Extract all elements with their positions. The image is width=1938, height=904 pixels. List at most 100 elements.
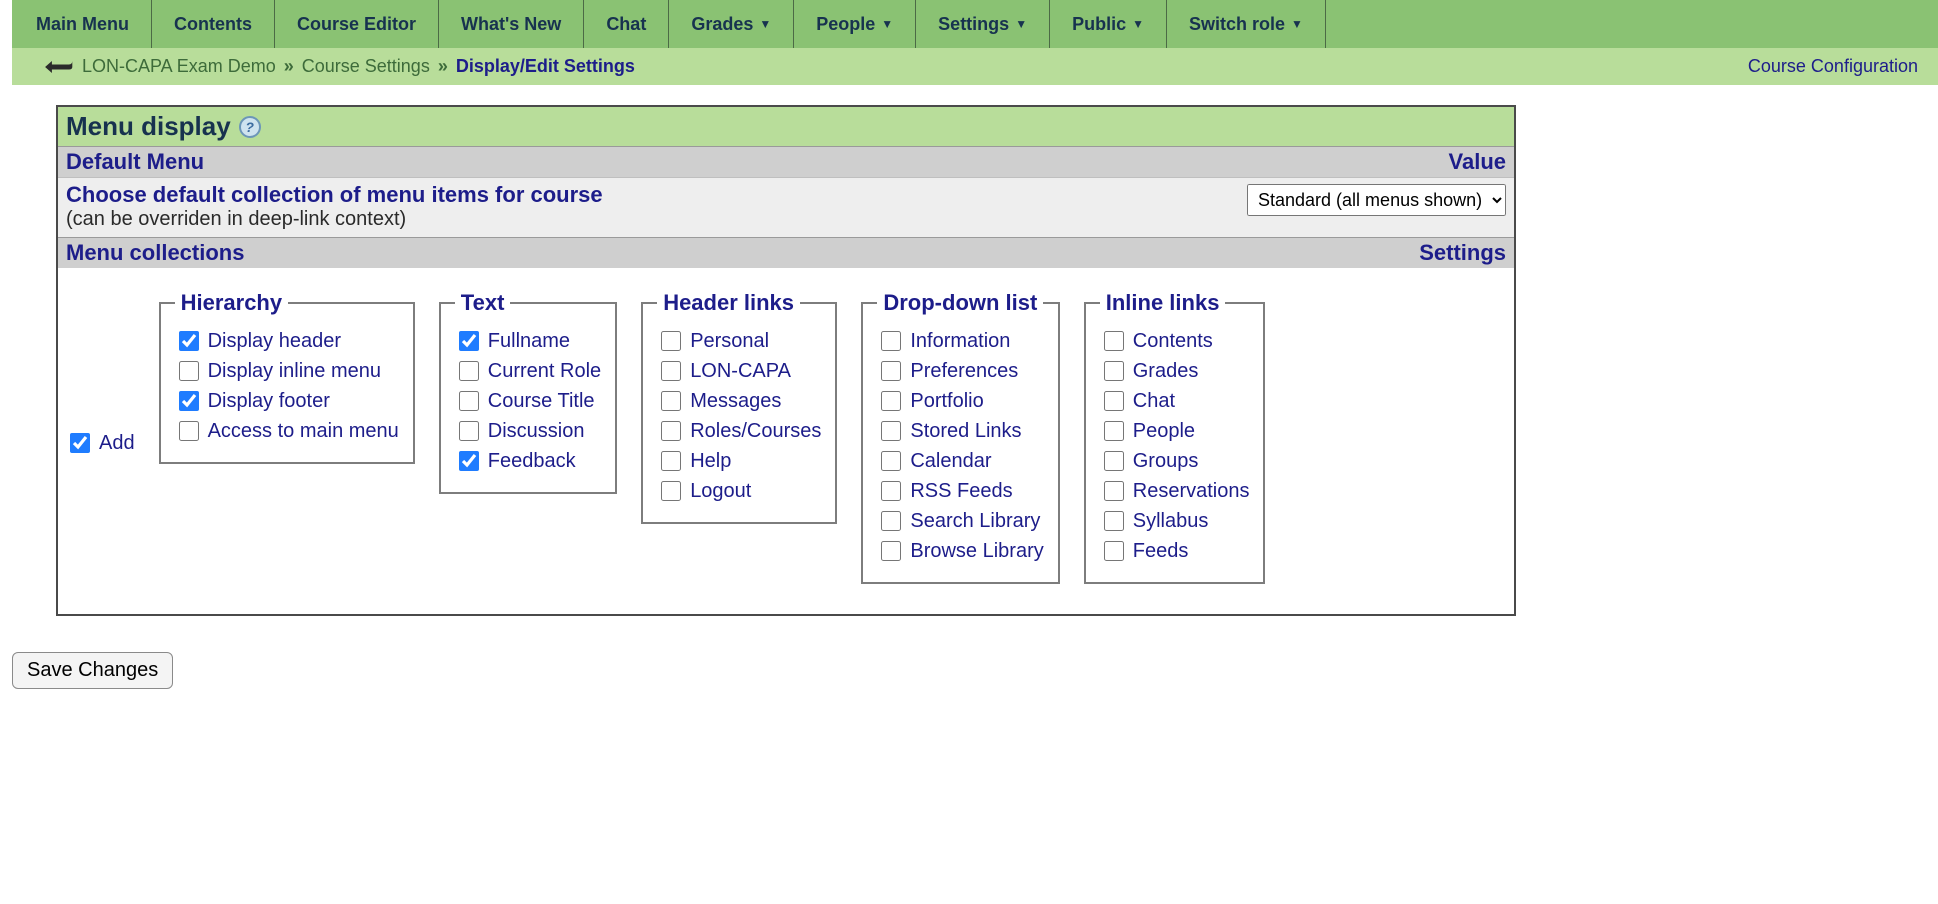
option-checkbox[interactable]	[661, 361, 681, 381]
add-label: Add	[99, 432, 135, 455]
option-label: Calendar	[910, 450, 991, 473]
breadcrumb-bar: LON-CAPA Exam Demo » Course Settings » D…	[12, 48, 1938, 85]
option-checkbox[interactable]	[459, 361, 479, 381]
default-menu-row: Default Menu Value	[58, 146, 1514, 177]
option-row: Current Role	[455, 358, 601, 384]
option-checkbox[interactable]	[661, 481, 681, 501]
inline-links-group: Inline links Contents Grades Chat People Gro…	[1084, 290, 1266, 584]
option-checkbox[interactable]	[1104, 391, 1124, 411]
settings-header-label: Settings	[1419, 240, 1506, 266]
option-label: Personal	[690, 330, 769, 353]
option-checkbox[interactable]	[881, 541, 901, 561]
menu-item-public[interactable]: Public▼	[1050, 0, 1167, 48]
chevron-down-icon: ▼	[1291, 17, 1303, 31]
option-label: Messages	[690, 390, 781, 413]
option-row: Display footer	[175, 388, 399, 414]
option-label: Reservations	[1133, 480, 1250, 503]
option-checkbox[interactable]	[881, 361, 901, 381]
option-row: Portfolio	[877, 388, 1043, 414]
menu-item-label: Course Editor	[297, 14, 416, 35]
option-label: Roles/Courses	[690, 420, 821, 443]
option-label: Fullname	[488, 330, 570, 353]
option-checkbox[interactable]	[881, 391, 901, 411]
breadcrumb-separator: »	[438, 56, 448, 77]
menu-item-label: Switch role	[1189, 14, 1285, 35]
option-row: Fullname	[455, 328, 601, 354]
text-group: Text FullnameCurrent RoleCourse TitleDis…	[439, 290, 617, 494]
option-checkbox[interactable]	[661, 331, 681, 351]
option-label: Help	[690, 450, 731, 473]
menu-item-label: Grades	[691, 14, 753, 35]
option-label: Display header	[208, 330, 341, 353]
menu-item-what-s-new[interactable]: What's New	[439, 0, 584, 48]
option-checkbox[interactable]	[881, 331, 901, 351]
menu-item-label: Contents	[174, 14, 252, 35]
help-icon[interactable]: ?	[239, 116, 261, 138]
menu-item-contents[interactable]: Contents	[152, 0, 275, 48]
option-row: Display header	[175, 328, 399, 354]
option-checkbox[interactable]	[1104, 451, 1124, 471]
menu-item-switch-role[interactable]: Switch role ▼	[1167, 0, 1326, 48]
default-menu-select[interactable]: Standard (all menus shown)	[1247, 184, 1506, 216]
breadcrumb-course-link[interactable]: LON-CAPA Exam Demo	[82, 56, 276, 77]
top-menu-bar: Main Menu Contents Course Editor What's New…	[12, 0, 1938, 48]
option-row: Stored Links	[877, 418, 1043, 444]
option-label: Contents	[1133, 330, 1213, 353]
value-header-label: Value	[1449, 149, 1506, 175]
option-checkbox[interactable]	[179, 391, 199, 411]
option-checkbox[interactable]	[1104, 481, 1124, 501]
option-checkbox[interactable]	[1104, 361, 1124, 381]
option-row: Information	[877, 328, 1043, 354]
return-arrow-icon[interactable]	[40, 57, 74, 77]
option-checkbox[interactable]	[459, 451, 479, 471]
option-row: Feedback	[455, 448, 601, 474]
header-links-legend: Header links	[657, 290, 800, 316]
menu-item-settings[interactable]: Settings▼	[916, 0, 1050, 48]
option-label: Access to main menu	[208, 420, 399, 443]
menu-item-people[interactable]: People▼	[794, 0, 916, 48]
add-checkbox[interactable]	[70, 433, 90, 453]
option-row: Reservations	[1100, 478, 1250, 504]
choose-default-row: Choose default collection of menu items …	[58, 177, 1514, 237]
menu-collections-row: Menu collections Settings	[58, 237, 1514, 268]
option-checkbox[interactable]	[179, 421, 199, 441]
option-label: Course Title	[488, 390, 595, 413]
option-label: Display inline menu	[208, 360, 381, 383]
option-row: People	[1100, 418, 1250, 444]
option-label: Grades	[1133, 360, 1199, 383]
option-checkbox[interactable]	[881, 451, 901, 471]
menu-item-label: Chat	[606, 14, 646, 35]
option-checkbox[interactable]	[1104, 331, 1124, 351]
option-checkbox[interactable]	[1104, 421, 1124, 441]
option-row: Discussion	[455, 418, 601, 444]
option-row: Groups	[1100, 448, 1250, 474]
option-checkbox[interactable]	[459, 421, 479, 441]
hierarchy-legend: Hierarchy	[175, 290, 289, 316]
option-checkbox[interactable]	[179, 361, 199, 381]
option-checkbox[interactable]	[179, 331, 199, 351]
chevron-down-icon: ▼	[1015, 17, 1027, 31]
option-label: Portfolio	[910, 390, 983, 413]
option-checkbox[interactable]	[1104, 511, 1124, 531]
option-checkbox[interactable]	[459, 331, 479, 351]
option-checkbox[interactable]	[881, 481, 901, 501]
menu-item-grades[interactable]: Grades▼	[669, 0, 794, 48]
option-row: Browse Library	[877, 538, 1043, 564]
option-label: Groups	[1133, 450, 1199, 473]
option-checkbox[interactable]	[881, 421, 901, 441]
option-checkbox[interactable]	[1104, 541, 1124, 561]
option-checkbox[interactable]	[661, 451, 681, 471]
option-checkbox[interactable]	[661, 391, 681, 411]
option-row: Personal	[657, 328, 821, 354]
menu-item-main-menu[interactable]: Main Menu	[26, 0, 152, 48]
menu-item-chat[interactable]: Chat	[584, 0, 669, 48]
save-changes-button[interactable]: Save Changes	[12, 652, 173, 689]
option-checkbox[interactable]	[881, 511, 901, 531]
menu-item-label: What's New	[461, 14, 561, 35]
option-label: Chat	[1133, 390, 1175, 413]
menu-item-course-editor[interactable]: Course Editor	[275, 0, 439, 48]
option-checkbox[interactable]	[459, 391, 479, 411]
option-checkbox[interactable]	[661, 421, 681, 441]
breadcrumb-settings-link[interactable]: Course Settings	[302, 56, 430, 77]
inline-links-legend: Inline links	[1100, 290, 1226, 316]
